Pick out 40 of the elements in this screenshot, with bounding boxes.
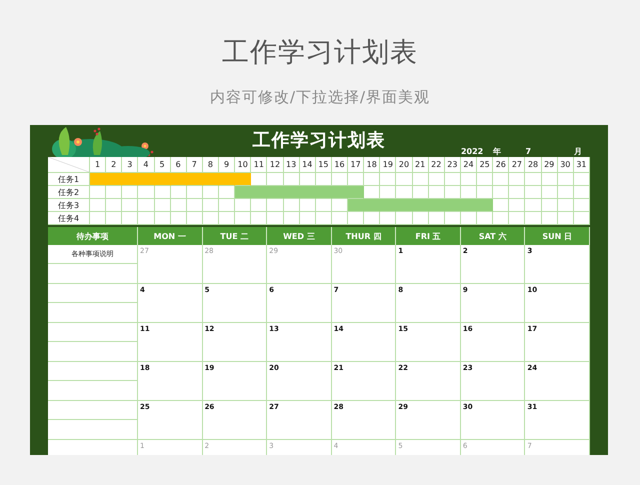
day-number: 31 <box>574 157 590 173</box>
month-label: 7 <box>525 147 532 157</box>
day-number: 16 <box>332 157 348 173</box>
weekday-header: FRI 五 <box>396 227 461 245</box>
weekday-header: SUN 日 <box>525 227 590 245</box>
month-unit-label: 月 <box>574 147 582 157</box>
weekday-header: TUE 二 <box>202 227 268 245</box>
day-number: 20 <box>396 157 413 173</box>
corner-cell <box>48 157 90 173</box>
day-number: 15 <box>316 157 332 173</box>
todo-header: 待办事项 <box>48 227 138 245</box>
page-title: 工作学习计划表 <box>222 36 418 70</box>
weekday-header: MON 一 <box>138 227 203 245</box>
weekday-header: SAT 六 <box>460 227 526 245</box>
year-label: 2022 <box>460 147 484 157</box>
day-number: 27 <box>509 157 526 173</box>
task-label: 任务4 <box>48 212 90 225</box>
day-number: 18 <box>364 157 380 173</box>
day-number: 28 <box>525 157 542 173</box>
day-number: 11 <box>251 157 268 173</box>
task-label: 任务3 <box>48 199 90 212</box>
year-unit-label: 年 <box>493 147 502 157</box>
day-number: 30 <box>558 157 574 173</box>
day-number: 29 <box>542 157 558 173</box>
day-number: 21 <box>412 157 429 173</box>
page-subtitle: 内容可修改/下拉选择/界面美观 <box>210 87 430 107</box>
weekday-header: THUR 四 <box>332 227 396 245</box>
task-label: 任务2 <box>48 186 90 199</box>
day-number: 26 <box>493 157 510 173</box>
weekday-header: WED 三 <box>267 227 332 245</box>
day-number: 17 <box>348 157 364 173</box>
sheet-title: 工作学习计划表 <box>252 130 386 152</box>
day-number: 19 <box>380 157 396 173</box>
day-number: 13 <box>284 157 300 173</box>
day-number: 24 <box>460 157 478 173</box>
day-number: 14 <box>300 157 316 173</box>
day-number: 23 <box>444 157 461 173</box>
day-number: 12 <box>267 157 284 173</box>
day-number: 22 <box>428 157 445 173</box>
day-number: 25 <box>477 157 494 173</box>
